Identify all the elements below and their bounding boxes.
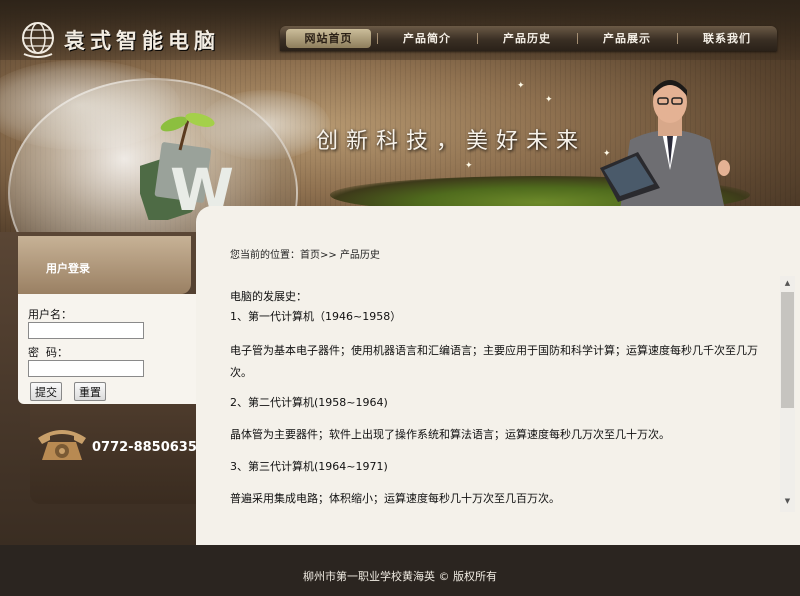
section-title: 2、第二代计算机(1958~1964) [230, 396, 388, 409]
site-logo[interactable]: 袁式智能电脑 [18, 20, 220, 60]
scroll-up-icon[interactable]: ▲ [782, 278, 793, 288]
submit-button[interactable]: 提交 [30, 382, 62, 401]
header-banner: W 袁式智能电脑 创新科技，美好未来 ✦ ✦ ✦ ✦ ✦ ✦ [0, 0, 800, 232]
sparkle-icon: ✦ [465, 161, 473, 171]
telephone-icon [38, 430, 86, 460]
password-input[interactable] [28, 360, 144, 377]
globe-logo-icon [22, 22, 54, 58]
scrollbar-thumb[interactable] [781, 292, 794, 408]
article-scroll-area[interactable]: 电脑的发展史： 1、第一代计算机（1946~1958） 电子管为基本电子器件；使… [222, 276, 796, 512]
nav-item-product-showcase[interactable]: 产品展示 [577, 26, 677, 51]
site-title: 袁式智能电脑 [64, 28, 220, 53]
password-label: 密 码： [28, 346, 68, 359]
login-header [18, 236, 191, 294]
nav-item-contact[interactable]: 联系我们 [677, 26, 777, 51]
breadcrumb: 您当前的位置：首页>> 产品历史 [230, 250, 380, 261]
section-title: 1、第一代计算机（1946~1958） [230, 310, 402, 323]
businessman-laptop-image [600, 80, 730, 210]
section-body: 晶体管为主要器件；软件上出现了操作系统和算法语言；运算速度每秒几万次至几十万次。 [230, 428, 670, 441]
sparkle-icon: ✦ [517, 81, 525, 91]
article-heading: 电脑的发展史： [230, 290, 307, 303]
banner-slogan: 创新科技，美好未来 [316, 129, 587, 154]
nav-item-product-history[interactable]: 产品历史 [477, 26, 577, 51]
nav-item-products-intro[interactable]: 产品简介 [377, 26, 477, 51]
username-label: 用户名： [28, 308, 72, 321]
scroll-down-icon[interactable]: ▼ [782, 496, 793, 506]
main-nav: 网站首页 产品简介 产品历史 产品展示 联系我们 [280, 26, 777, 51]
login-title: 用户登录 [46, 262, 90, 275]
section-body: 电子管为基本电子器件；使用机器语言和汇编语言；主要应用于国防和科学计算；运算速度… [230, 344, 758, 379]
section-title: 3、第三代计算机(1964~1971) [230, 460, 388, 473]
nav-item-home[interactable]: 网站首页 [286, 29, 371, 48]
sprout-w-image: W [140, 113, 234, 220]
username-input[interactable] [28, 322, 144, 339]
sparkle-icon: ✦ [545, 95, 553, 105]
section-body: 普遍采用集成电路；体积缩小；运算速度每秒几十万次至几百万次。 [230, 492, 560, 505]
contact-phone-number: 0772-8850635 [92, 440, 197, 455]
footer-copyright: 柳州市第一职业学校黄海英 © 版权所有 [303, 570, 497, 583]
reset-button[interactable]: 重置 [74, 382, 106, 401]
